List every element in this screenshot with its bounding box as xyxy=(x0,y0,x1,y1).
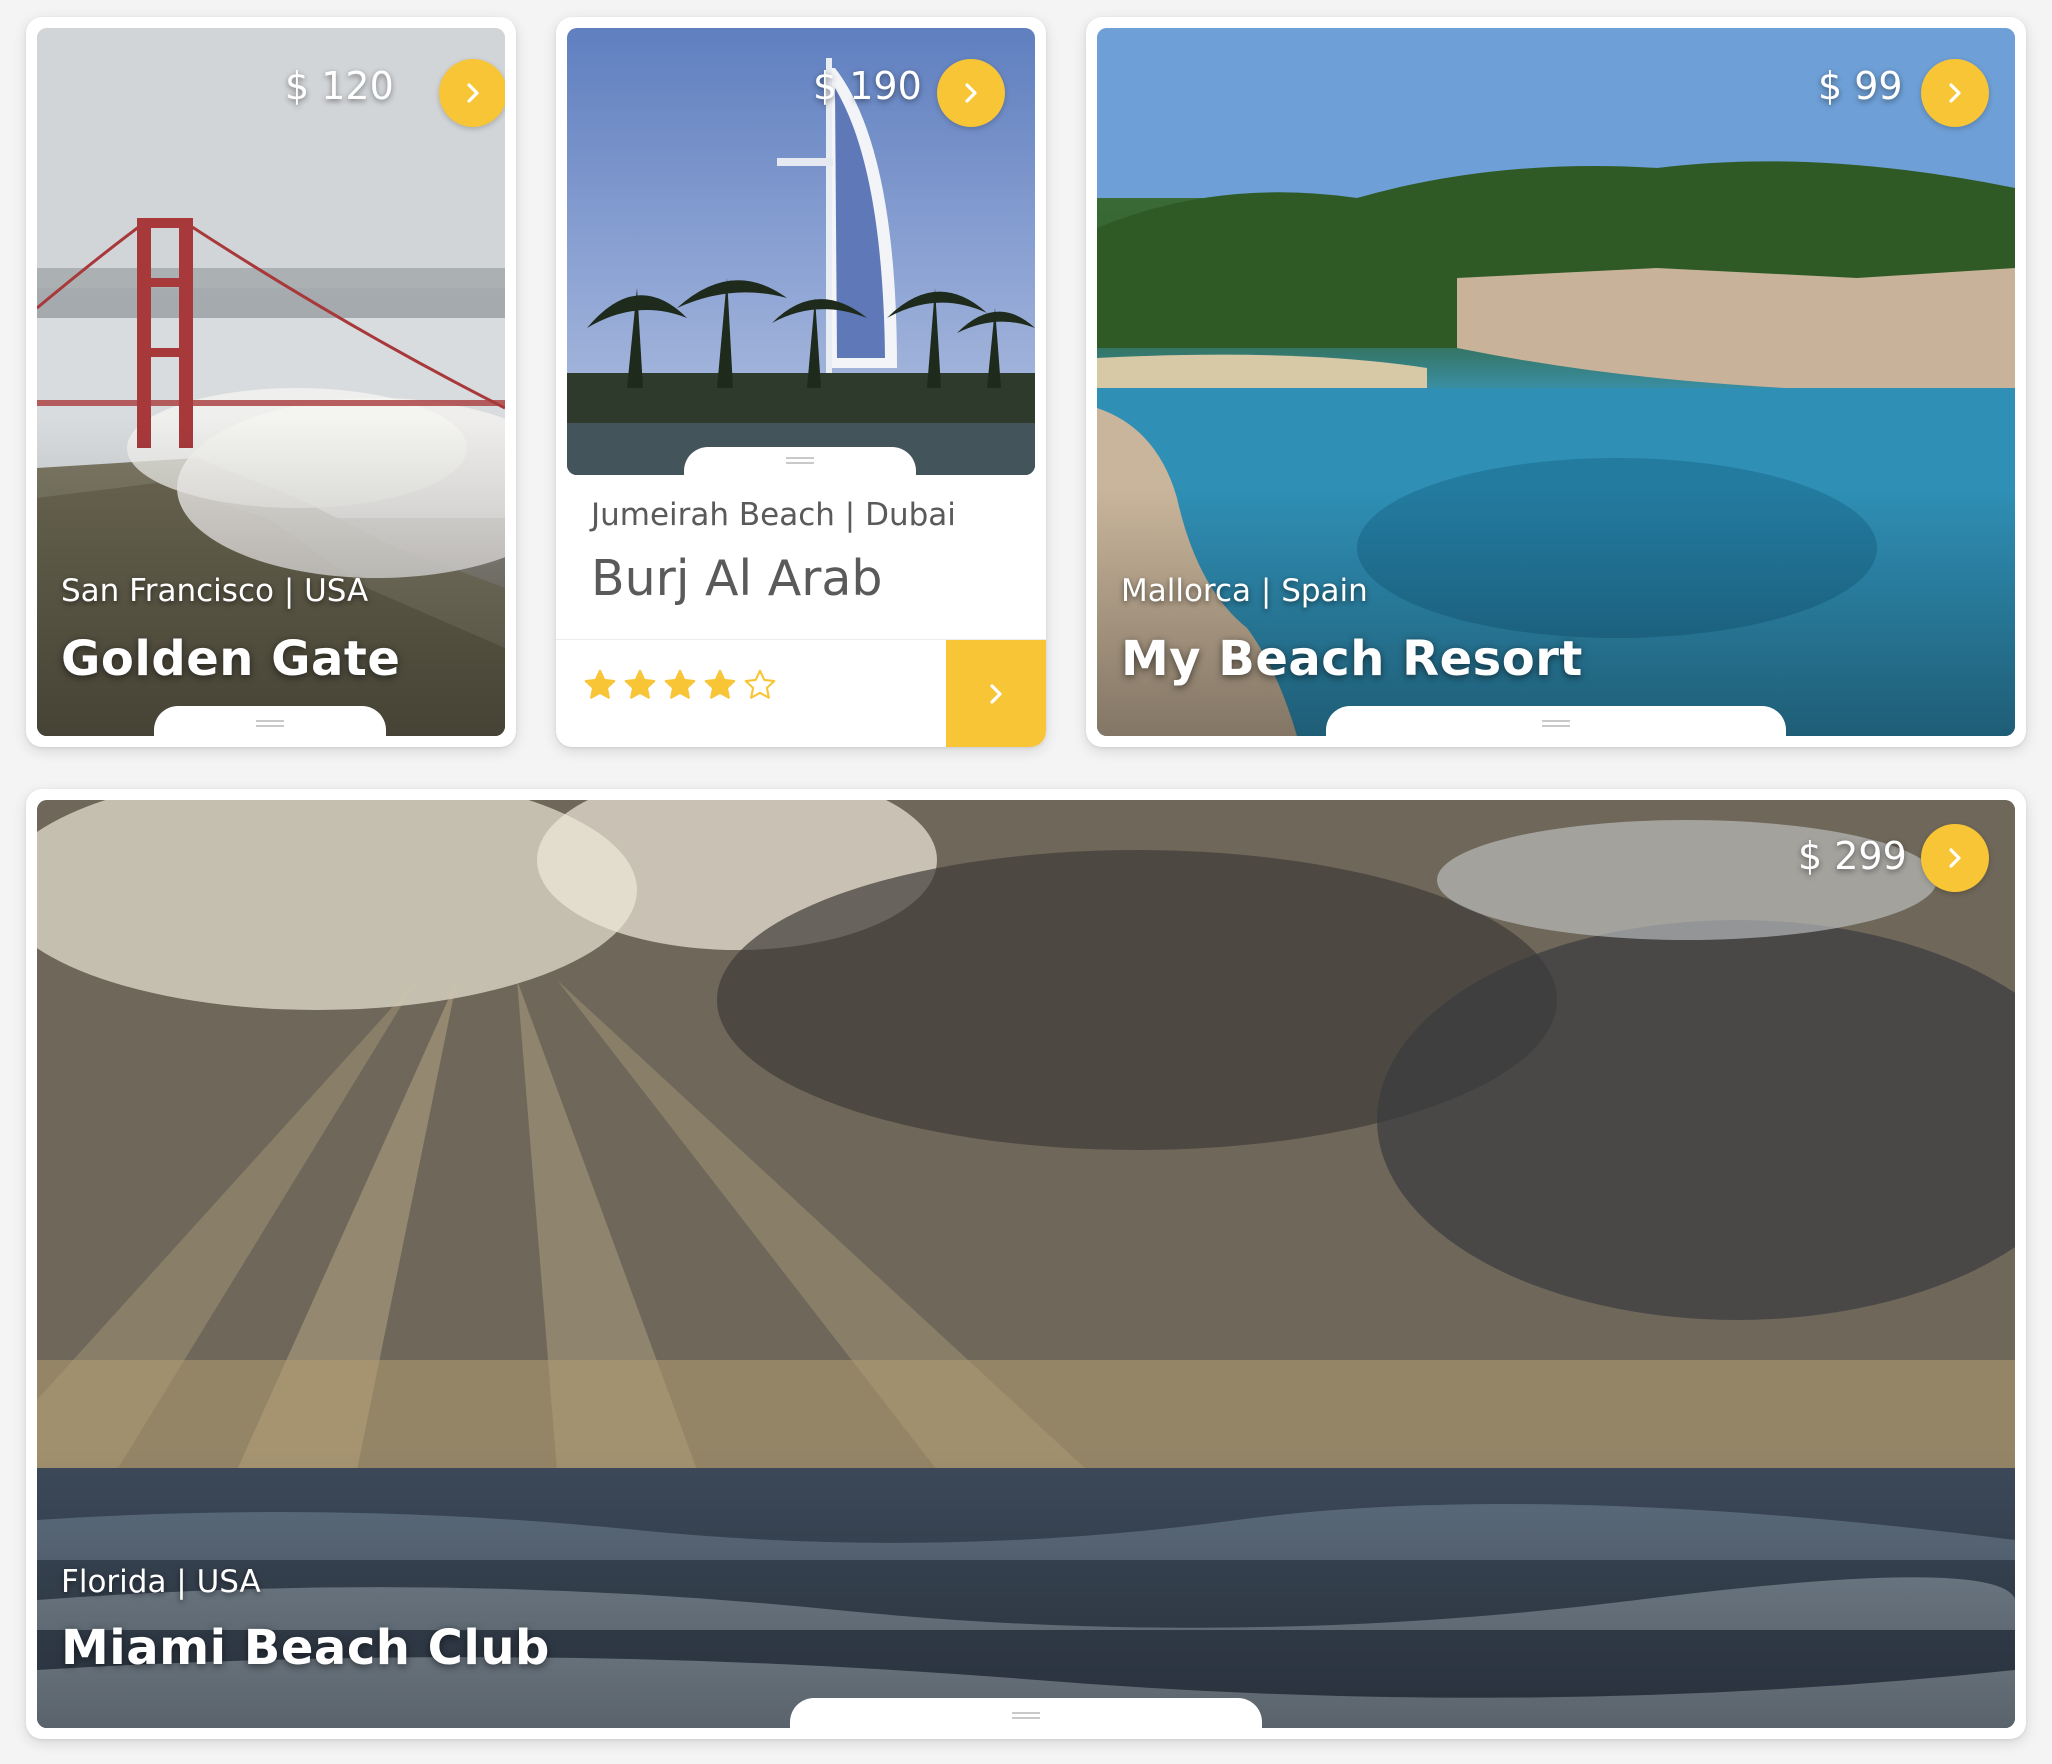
drag-handle[interactable] xyxy=(790,1698,1262,1728)
price-label: $ 99 xyxy=(1818,64,1903,108)
chevron-right-icon xyxy=(1949,83,1961,103)
card-title: Burj Al Arab xyxy=(591,550,883,607)
location-label: San Francisco | USA xyxy=(61,573,369,609)
price-label: $ 299 xyxy=(1798,834,1907,878)
star-icon xyxy=(624,669,656,699)
star-icon xyxy=(664,669,696,699)
star-icon xyxy=(704,669,736,699)
card-title: Miami Beach Club xyxy=(61,1620,550,1676)
location-label: Florida | USA xyxy=(61,1564,261,1600)
drag-handle[interactable] xyxy=(684,447,916,475)
golden-gate-photo: $ 120 San Francisco | USA Golden Gate xyxy=(37,28,505,736)
details-button[interactable] xyxy=(946,640,1046,747)
destination-card-burj-al-arab[interactable]: $ 190 Jumeirah Beach | Dubai Burj Al Ara… xyxy=(556,17,1046,747)
price-label: $ 190 xyxy=(813,64,922,108)
burj-al-arab-photo: $ 190 xyxy=(567,28,1035,475)
chevron-right-icon xyxy=(965,83,977,103)
card-title: Golden Gate xyxy=(61,631,401,687)
star-icon xyxy=(584,669,616,699)
chevron-right-icon xyxy=(990,683,1002,704)
star-rating xyxy=(582,667,778,703)
card-title: My Beach Resort xyxy=(1121,631,1583,687)
destination-card-miami-beach-club[interactable]: $ 299 Florida | USA Miami Beach Club xyxy=(26,789,2026,1739)
destination-card-my-beach-resort[interactable]: $ 99 Mallorca | Spain My Beach Resort xyxy=(1086,17,2026,747)
price-label: $ 120 xyxy=(285,64,394,108)
location-label: Jumeirah Beach | Dubai xyxy=(591,497,956,533)
drag-handle[interactable] xyxy=(1326,706,1786,736)
location-label: Mallorca | Spain xyxy=(1121,573,1368,609)
chevron-right-icon xyxy=(467,83,479,103)
drag-handle-icon xyxy=(786,457,814,459)
destination-card-golden-gate[interactable]: $ 120 San Francisco | USA Golden Gate xyxy=(26,17,516,747)
chevron-right-icon xyxy=(1949,848,1961,868)
drag-handle-icon xyxy=(1012,1712,1040,1714)
miami-photo: $ 299 Florida | USA Miami Beach Club xyxy=(37,800,2015,1728)
drag-handle[interactable] xyxy=(154,706,386,736)
drag-handle-icon xyxy=(256,720,284,722)
drag-handle-icon xyxy=(1542,720,1570,722)
mallorca-photo: $ 99 Mallorca | Spain My Beach Resort xyxy=(1097,28,2015,736)
next-button[interactable] xyxy=(439,59,505,127)
star-icon xyxy=(744,669,776,699)
next-button[interactable] xyxy=(1921,824,1989,892)
next-button[interactable] xyxy=(937,59,1005,127)
next-button[interactable] xyxy=(1921,59,1989,127)
